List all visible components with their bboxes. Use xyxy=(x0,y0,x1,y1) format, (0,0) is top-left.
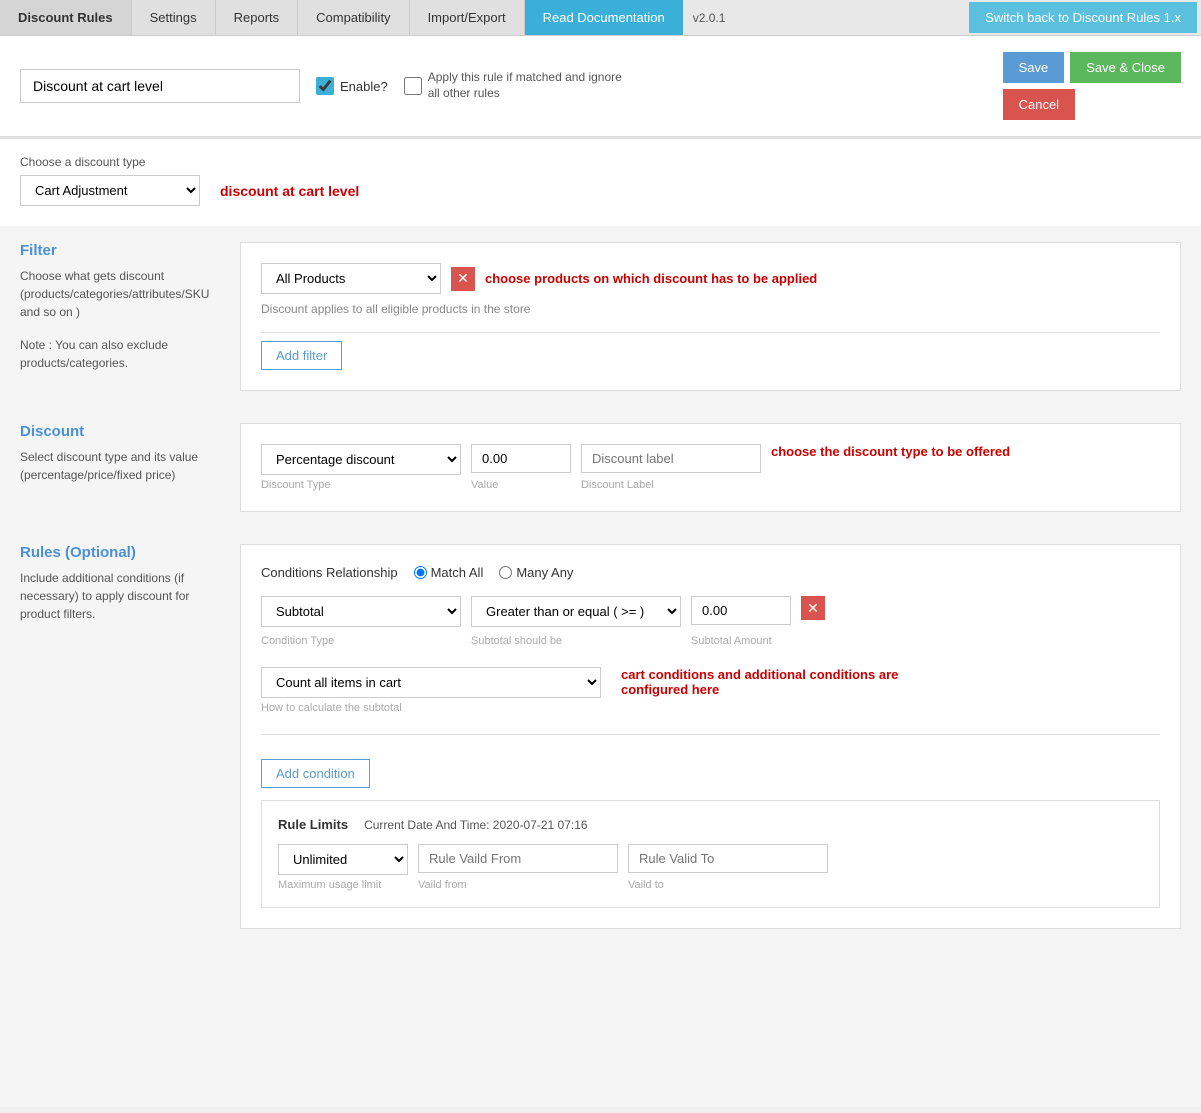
rule-name-input[interactable] xyxy=(20,69,300,103)
discount-sublabels: Discount Type Value Discount Label xyxy=(261,479,1160,491)
tab-reports[interactable]: Reports xyxy=(216,0,299,35)
rule-limits-sublabels: Maximum usage limit Vaild from Vaild to xyxy=(278,879,1143,891)
discount-panel-left: Discount Select discount type and its va… xyxy=(20,423,240,512)
add-filter-button[interactable]: Add filter xyxy=(261,341,342,370)
condition-type-select[interactable]: Subtotal xyxy=(261,596,461,627)
condition-op-select[interactable]: Greater than or equal ( >= ) xyxy=(471,596,681,627)
many-any-radio[interactable] xyxy=(499,566,512,579)
rule-limits-header: Rule Limits Current Date And Time: 2020-… xyxy=(278,817,1143,832)
discount-type-input[interactable]: Percentage discount xyxy=(261,444,461,475)
enable-section: Enable? xyxy=(316,77,388,95)
condition-amount-input[interactable] xyxy=(691,596,791,625)
conditions-relationship-label: Conditions Relationship xyxy=(261,565,398,580)
discount-annotation: choose the discount type to be offered xyxy=(771,444,1010,459)
condition-row: Subtotal Greater than or equal ( >= ) ✕ xyxy=(261,596,1160,627)
rule-limits-date: Current Date And Time: 2020-07-21 07:16 xyxy=(364,818,587,832)
discount-panel-right: Percentage discount choose the discount … xyxy=(240,423,1181,512)
sublabel-condition-type: Condition Type xyxy=(261,635,461,647)
rules-panel: Rules (Optional) Include additional cond… xyxy=(0,528,1201,945)
valid-from-input[interactable] xyxy=(418,844,618,873)
filter-select[interactable]: All Products xyxy=(261,263,441,294)
count-items-label: How to calculate the subtotal xyxy=(261,702,601,714)
rules-annotation: cart conditions and additional condition… xyxy=(621,667,901,697)
action-buttons: Save Save & Close Cancel xyxy=(1003,52,1181,120)
rule-limits-section: Rule Limits Current Date And Time: 2020-… xyxy=(261,800,1160,908)
rule-limits-title: Rule Limits xyxy=(278,817,348,832)
discount-type-select[interactable]: Cart Adjustment xyxy=(20,175,200,206)
filter-annotation: choose products on which discount has to… xyxy=(485,271,817,286)
filter-panel: Filter Choose what gets discount (produc… xyxy=(0,226,1201,407)
sublabel-subtotal-amount: Subtotal Amount xyxy=(691,635,791,647)
apply-label: Apply this rule if matched and ignore al… xyxy=(428,70,628,101)
tab-import-export[interactable]: Import/Export xyxy=(410,0,525,35)
rules-desc: Include additional conditions (if necess… xyxy=(20,569,220,623)
match-all-radio[interactable] xyxy=(414,566,427,579)
sublabel-valid-from: Vaild from xyxy=(418,879,618,891)
discount-panel: Discount Select discount type and its va… xyxy=(0,407,1201,528)
sublabel-discount-type: Discount Type xyxy=(261,479,461,491)
rules-panel-right: Conditions Relationship Match All Many A… xyxy=(240,544,1181,929)
rules-panel-left: Rules (Optional) Include additional cond… xyxy=(20,544,240,929)
save-button[interactable]: Save xyxy=(1003,52,1065,83)
filter-row: All Products ✕ choose products on which … xyxy=(261,263,1160,294)
match-all-label: Match All xyxy=(431,565,484,580)
sublabel-discount-value: Value xyxy=(471,479,571,491)
top-section: Enable? Apply this rule if matched and i… xyxy=(0,36,1201,139)
switch-back-button[interactable]: Switch back to Discount Rules 1.x xyxy=(969,2,1197,33)
discount-value-input[interactable] xyxy=(471,444,571,473)
remove-condition-button[interactable]: ✕ xyxy=(801,596,825,620)
rules-title: Rules (Optional) xyxy=(20,544,220,561)
cancel-button[interactable]: Cancel xyxy=(1003,89,1075,120)
discount-label-input[interactable] xyxy=(581,444,761,473)
tab-discount-rules[interactable]: Discount Rules xyxy=(0,0,132,35)
condition-sublabels: Condition Type Subtotal should be Subtot… xyxy=(261,635,1160,647)
save-close-button[interactable]: Save & Close xyxy=(1070,52,1181,83)
add-condition-button[interactable]: Add condition xyxy=(261,759,370,788)
rule-limits-inputs: Unlimited xyxy=(278,844,1143,875)
filter-hint: Discount applies to all eligible product… xyxy=(261,302,1160,316)
version-label: v2.0.1 xyxy=(683,11,736,25)
tab-compatibility[interactable]: Compatibility xyxy=(298,0,409,35)
tab-settings[interactable]: Settings xyxy=(132,0,216,35)
nav-bar: Discount Rules Settings Reports Compatib… xyxy=(0,0,1201,36)
filter-panel-left: Filter Choose what gets discount (produc… xyxy=(20,242,240,391)
count-items-select[interactable]: Count all items in cart xyxy=(261,667,601,698)
match-all-radio-label[interactable]: Match All xyxy=(414,565,484,580)
remove-filter-button[interactable]: ✕ xyxy=(451,267,475,291)
sublabel-valid-to: Vaild to xyxy=(628,879,828,891)
discount-type-label: Choose a discount type xyxy=(20,155,1181,169)
sublabel-subtotal-should-be: Subtotal should be xyxy=(471,635,681,647)
enable-checkbox[interactable] xyxy=(316,77,334,95)
discount-type-annotation: discount at cart level xyxy=(220,183,359,199)
main-content: Enable? Apply this rule if matched and i… xyxy=(0,36,1201,1107)
many-any-label: Many Any xyxy=(516,565,573,580)
discount-title: Discount xyxy=(20,423,220,440)
filter-panel-right: All Products ✕ choose products on which … xyxy=(240,242,1181,391)
discount-type-section: Choose a discount type Cart Adjustment d… xyxy=(0,139,1201,226)
apply-section: Apply this rule if matched and ignore al… xyxy=(404,70,987,101)
filter-title: Filter xyxy=(20,242,220,259)
max-usage-select[interactable]: Unlimited xyxy=(278,844,408,875)
discount-desc: Select discount type and its value (perc… xyxy=(20,448,220,484)
apply-rule-checkbox[interactable] xyxy=(404,77,422,95)
filter-desc: Choose what gets discount (products/cate… xyxy=(20,267,220,321)
conditions-relationship: Conditions Relationship Match All Many A… xyxy=(261,565,1160,580)
sublabel-discount-label: Discount Label xyxy=(581,479,761,491)
enable-label: Enable? xyxy=(340,79,388,94)
many-any-radio-label[interactable]: Many Any xyxy=(499,565,573,580)
valid-to-input[interactable] xyxy=(628,844,828,873)
sublabel-max-usage: Maximum usage limit xyxy=(278,879,408,891)
read-documentation-button[interactable]: Read Documentation xyxy=(525,0,683,35)
discount-inputs-row: Percentage discount choose the discount … xyxy=(261,444,1160,475)
filter-note: Note : You can also exclude products/cat… xyxy=(20,336,220,372)
